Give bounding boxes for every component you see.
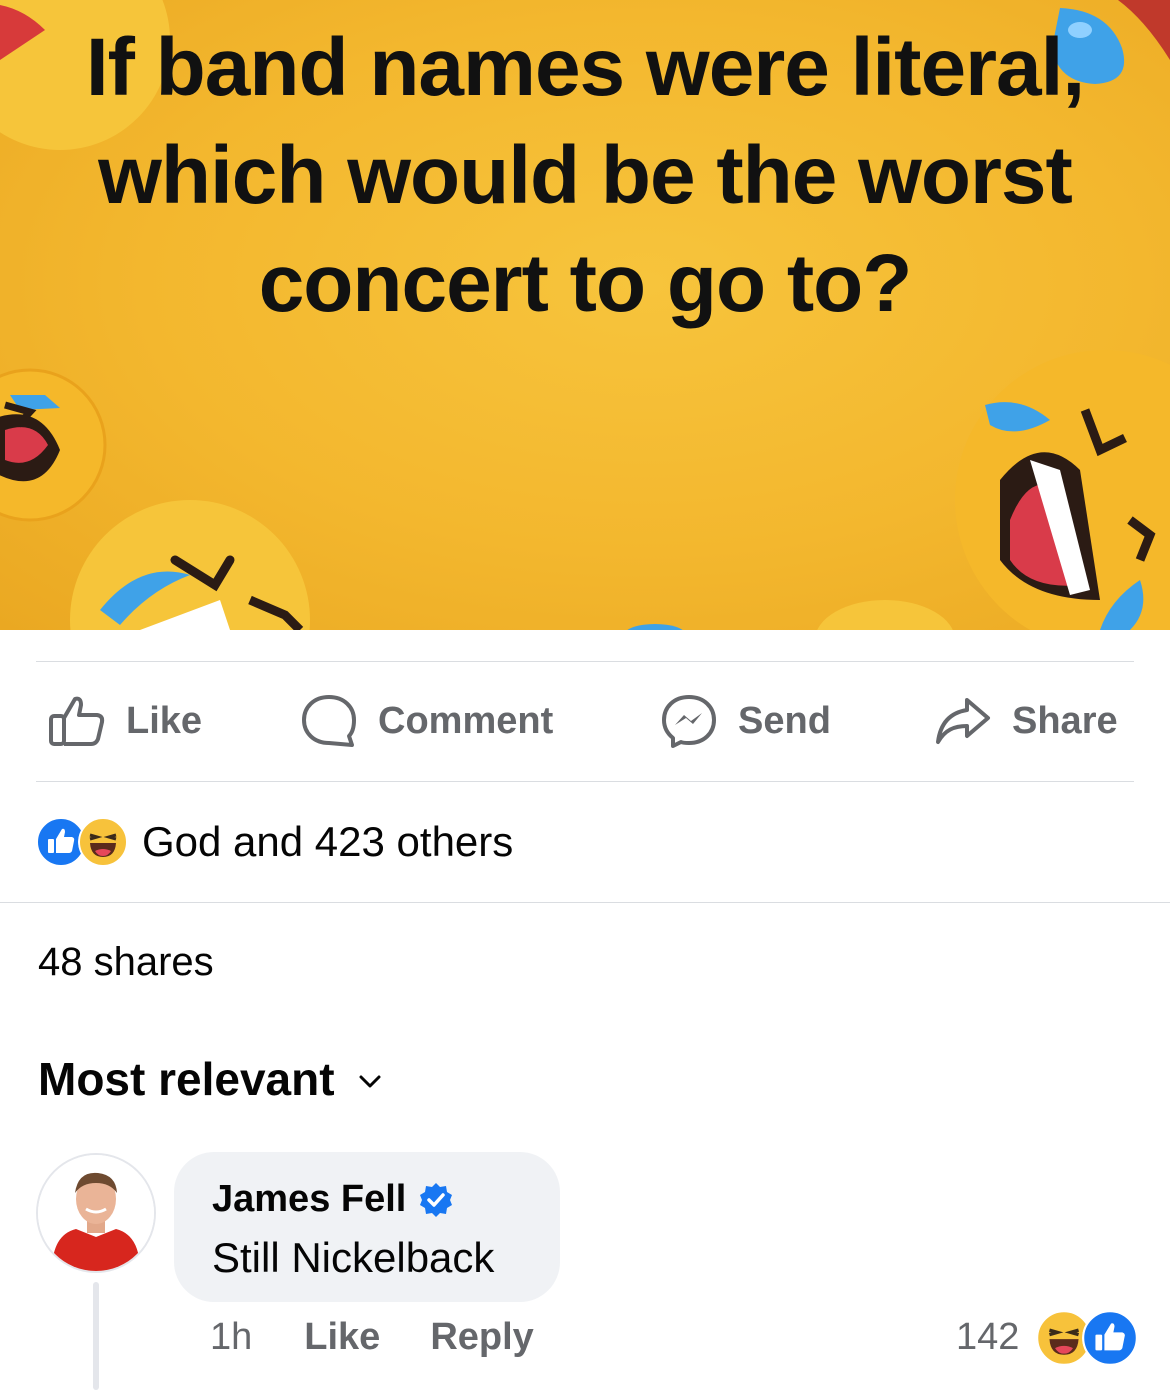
send-button-label: Send [738,699,831,742]
reactions-summary-text: God and 423 others [142,818,514,865]
chevron-down-icon [359,1075,381,1088]
divider [36,781,1134,782]
messenger-icon [662,695,716,748]
comment-reply-button[interactable]: Reply [430,1316,533,1359]
commenter-photo [38,1155,154,1271]
comment-text: Still Nickelback [212,1234,495,1281]
comment-timestamp[interactable]: 1h [210,1316,252,1359]
share-button[interactable]: Share [934,662,1118,780]
post-image-text: If band names were literal, which would … [85,22,1085,329]
haha-reaction-icon [78,817,128,867]
like-button-label: Like [126,699,203,742]
divider [0,902,1170,903]
comment-author[interactable]: James Fell [212,1178,454,1221]
comment-reactions[interactable] [1036,1310,1138,1366]
post-image[interactable]: If band names were literal, which would … [0,0,1170,630]
shares-count[interactable]: 48 shares [38,940,214,985]
share-button-label: Share [1012,699,1118,742]
like-reaction-icon [1082,1310,1138,1366]
reactions-summary[interactable]: God and 423 others [36,812,513,872]
comment-reaction-count[interactable]: 142 [956,1316,1019,1359]
share-arrow-icon [936,698,990,744]
reply-thread-line [93,1282,99,1390]
send-button[interactable]: Send [660,662,831,780]
comment-sort-label: Most relevant [38,1053,335,1105]
thumbs-up-outline-icon [49,696,105,746]
comment-author-name: James Fell [212,1178,407,1220]
avatar[interactable] [36,1153,156,1273]
comment-button[interactable]: Comment [300,662,553,780]
comment-bubble[interactable]: James Fell Still Nickelback [174,1152,560,1302]
like-button[interactable]: Like [48,662,202,780]
speech-bubble-icon [302,695,356,747]
verified-badge-icon [420,1182,453,1217]
post-action-bar: Like Comment Send Share [36,662,1134,780]
comment-meta: 1h Like Reply [210,1316,534,1359]
comment-sort-dropdown[interactable]: Most relevant [38,1052,381,1106]
comment-button-label: Comment [378,699,554,742]
comment-like-button[interactable]: Like [304,1316,380,1359]
